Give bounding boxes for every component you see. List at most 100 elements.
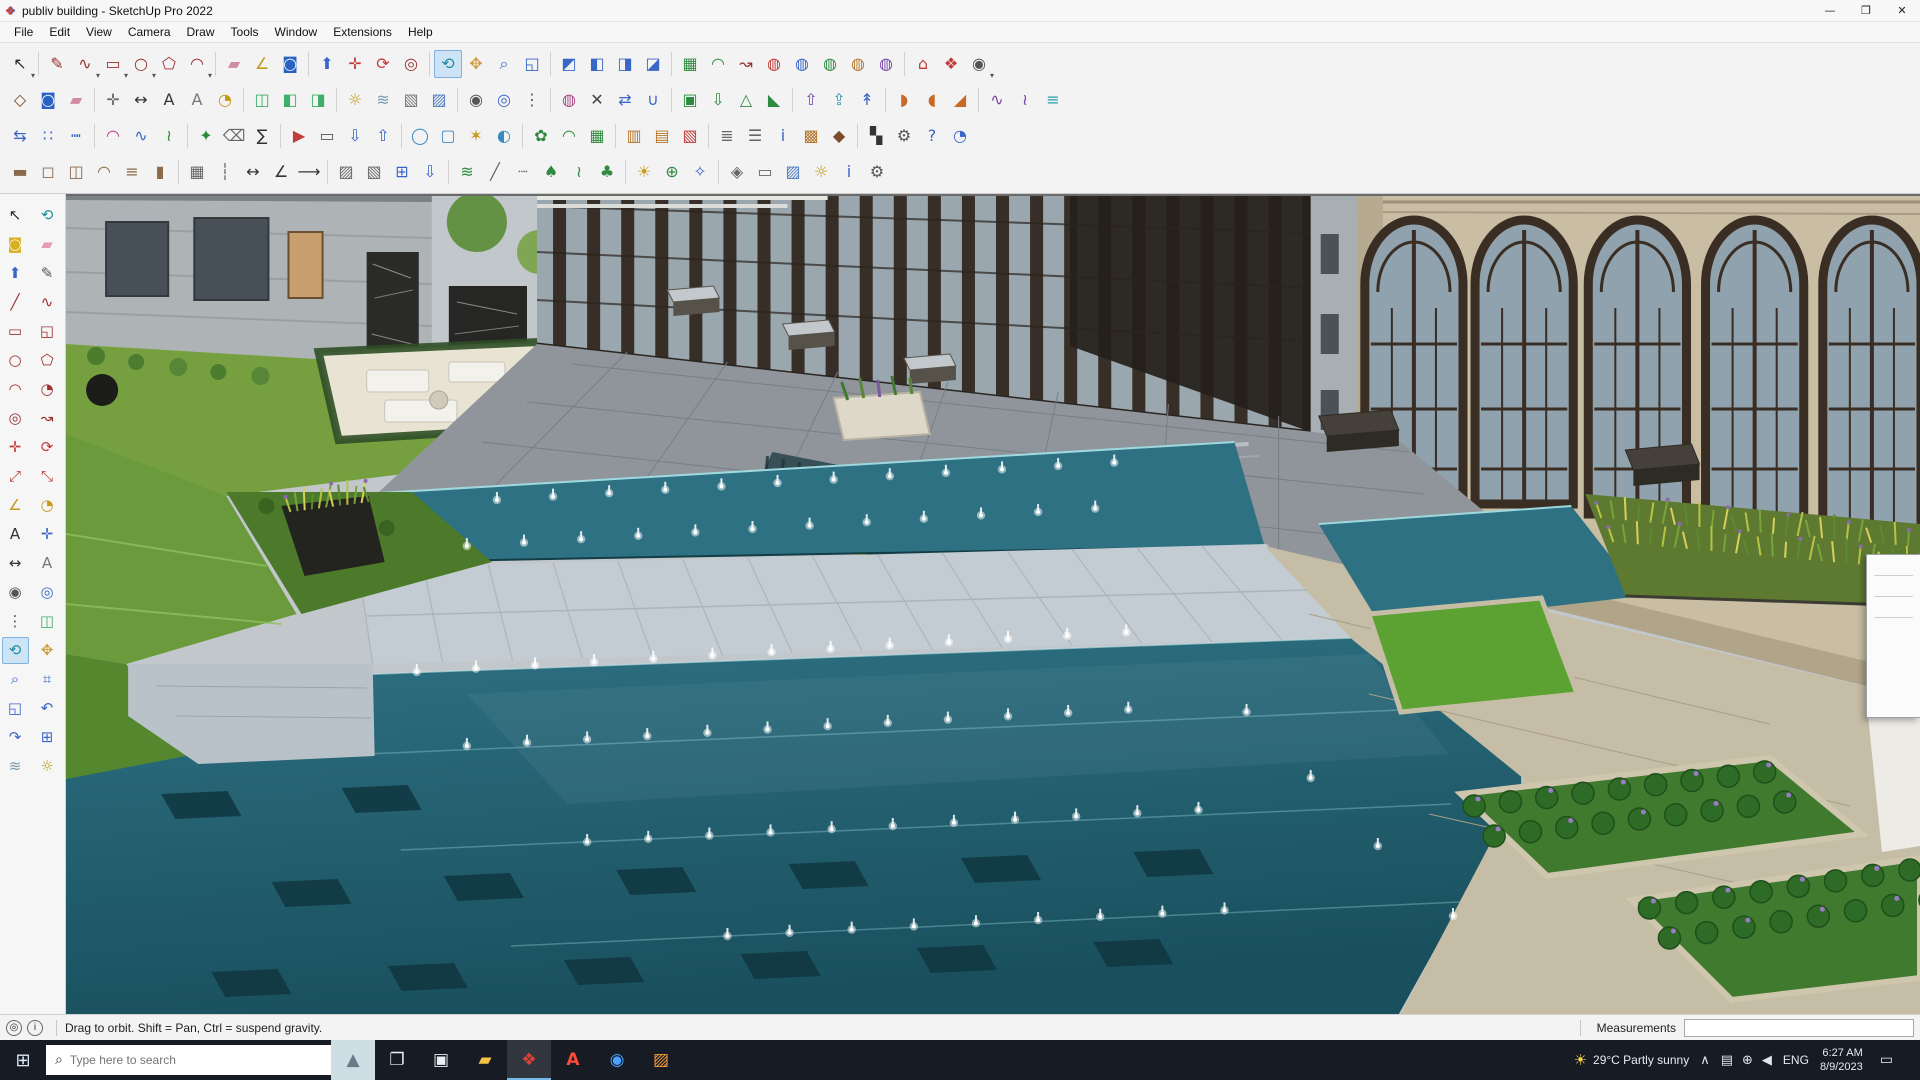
menu-draw[interactable]: Draw — [179, 22, 223, 42]
language-indicator[interactable]: ENG — [1783, 1053, 1809, 1067]
left-arc[interactable]: ◠ — [2, 376, 29, 403]
grass-scatter[interactable]: ≀ — [565, 158, 593, 186]
sharp-corner[interactable]: ◖ — [918, 86, 946, 114]
flowify[interactable]: ≀ — [155, 122, 183, 150]
purge-unused[interactable]: ⌫ — [220, 122, 248, 150]
left-next-view[interactable]: ↷ — [2, 724, 29, 751]
walk[interactable]: ⋮ — [518, 86, 546, 114]
vector-push-pull[interactable]: ⇪ — [825, 86, 853, 114]
geo-locate[interactable]: ⊕ — [658, 158, 686, 186]
browser-icon[interactable]: ◉ — [595, 1040, 639, 1080]
vray-materials[interactable]: ◐ — [490, 122, 518, 150]
components-panel[interactable]: ◆ — [825, 122, 853, 150]
road-tool[interactable]: ╱ — [481, 158, 509, 186]
left-rotated-rectangle[interactable]: ◱ — [34, 318, 61, 345]
profile-builder[interactable]: ▥ — [620, 122, 648, 150]
help-center[interactable]: ◔ — [946, 122, 974, 150]
export-image[interactable]: ⇩ — [341, 122, 369, 150]
path-tool[interactable]: ┈ — [509, 158, 537, 186]
left-zoom[interactable]: ⌕ — [2, 666, 29, 693]
array-copy[interactable]: ∷ — [34, 122, 62, 150]
ruby-console[interactable]: ▚ — [862, 122, 890, 150]
terrain-tool[interactable]: ≋ — [453, 158, 481, 186]
left-select[interactable]: ↖ — [2, 202, 29, 229]
styles[interactable]: ▨ — [425, 86, 453, 114]
plant-library[interactable]: ♣ — [593, 158, 621, 186]
uv-mapping[interactable]: ⊞ — [388, 158, 416, 186]
position-camera[interactable]: ◉ — [462, 86, 490, 114]
geolocation-icon[interactable]: ◎ — [6, 1019, 22, 1036]
entity-info[interactable]: i — [769, 122, 797, 150]
scenes-manager[interactable]: ▭ — [313, 122, 341, 150]
door-tool[interactable]: ◻ — [34, 158, 62, 186]
dimensions[interactable]: ↔ — [127, 86, 155, 114]
move-array[interactable]: ┉ — [62, 122, 90, 150]
artisan-smooth[interactable]: ◠ — [555, 122, 583, 150]
left-rectangle[interactable]: ▭ — [2, 318, 29, 345]
round-corner[interactable]: ◗ — [890, 86, 918, 114]
cleanup[interactable]: ✦ — [192, 122, 220, 150]
left-push-pull[interactable]: ⬆ — [2, 260, 29, 287]
left-pan[interactable]: ✥ — [34, 637, 61, 664]
mirror[interactable]: ⇆ — [6, 122, 34, 150]
left-shadows[interactable]: ☼ — [34, 753, 61, 780]
ext-3d-warehouse[interactable]: ⌂ — [909, 50, 937, 78]
left-fog[interactable]: ≋ — [2, 753, 29, 780]
ext-extension-warehouse[interactable]: ❖ — [937, 50, 965, 78]
model-viewport[interactable] — [66, 194, 1920, 1014]
left-protractor[interactable]: ◔ — [34, 492, 61, 519]
match-photo[interactable]: ▧ — [397, 86, 425, 114]
search-highlight-icon[interactable]: ▲ — [331, 1040, 375, 1080]
sketchup-icon[interactable]: ❖ — [507, 1040, 551, 1080]
scenes-tab[interactable]: ▭ — [751, 158, 779, 186]
ext-outer-shell[interactable]: ◍ — [760, 50, 788, 78]
tool-select[interactable]: ↖ — [6, 50, 35, 81]
display-icon[interactable]: ▤ — [1721, 1053, 1733, 1068]
search-input[interactable] — [69, 1053, 322, 1067]
sandbox-stamp[interactable]: ▣ — [676, 86, 704, 114]
menu-tools[interactable]: Tools — [223, 22, 267, 42]
menu-edit[interactable]: Edit — [41, 22, 78, 42]
view-front[interactable]: ◨ — [611, 50, 639, 78]
extrude-edges[interactable]: ≡ — [1039, 86, 1067, 114]
microsoft-store-icon[interactable]: ▣ — [419, 1040, 463, 1080]
left-rotate[interactable]: ⟳ — [34, 434, 61, 461]
layers-panel[interactable]: ≣ — [713, 122, 741, 150]
taskbar-search[interactable]: ⌕ — [46, 1045, 331, 1075]
left-zoom-extents[interactable]: ◱ — [2, 695, 29, 722]
weld-edges[interactable]: ∪ — [639, 86, 667, 114]
label-tool[interactable]: ⟶ — [295, 158, 323, 186]
curviloft-loft[interactable]: ∿ — [983, 86, 1011, 114]
left-move[interactable]: ✛ — [2, 434, 29, 461]
minimize-button[interactable]: — — [1812, 0, 1848, 21]
section-fill[interactable]: ◧ — [276, 86, 304, 114]
solid-split[interactable]: ◍ — [555, 86, 583, 114]
tool-eraser[interactable]: ▰ — [220, 50, 248, 78]
viewport[interactable] — [66, 194, 1920, 1014]
menu-help[interactable]: Help — [400, 22, 441, 42]
materials-panel[interactable]: ▩ — [797, 122, 825, 150]
info-icon[interactable]: i — [27, 1019, 43, 1036]
look-around[interactable]: ◎ — [490, 86, 518, 114]
left-axes[interactable]: ✛ — [34, 521, 61, 548]
tool-pan[interactable]: ✥ — [462, 50, 490, 78]
task-view-button[interactable]: ❐ — [375, 1040, 419, 1080]
tool-polygon[interactable]: ⬠ — [155, 50, 183, 78]
left-offset[interactable]: ◎ — [2, 405, 29, 432]
file-explorer-icon[interactable]: ▰ — [463, 1040, 507, 1080]
paint[interactable]: ◙ — [34, 86, 62, 114]
tool-tape-measure[interactable]: ∠ — [248, 50, 276, 78]
stairs-tool[interactable]: ≡ — [118, 158, 146, 186]
axes-tool[interactable]: ✛ — [99, 86, 127, 114]
shape-bender[interactable]: ∿ — [127, 122, 155, 150]
tool-zoom-extents[interactable]: ◱ — [518, 50, 546, 78]
fog[interactable]: ≋ — [369, 86, 397, 114]
menu-file[interactable]: File — [6, 22, 41, 42]
sandbox-drape[interactable]: ⇩ — [704, 86, 732, 114]
weather-widget[interactable]: ☀ 29°C Partly sunny — [1574, 1051, 1690, 1069]
tool-circle[interactable]: ○ — [127, 50, 156, 81]
orange-app-icon[interactable]: ▨ — [639, 1040, 683, 1080]
preferences[interactable]: ⚙ — [863, 158, 891, 186]
left-paint-bucket[interactable]: ◙ — [2, 231, 29, 258]
hidden-icons-chevron[interactable]: ∧ — [1700, 1053, 1710, 1068]
